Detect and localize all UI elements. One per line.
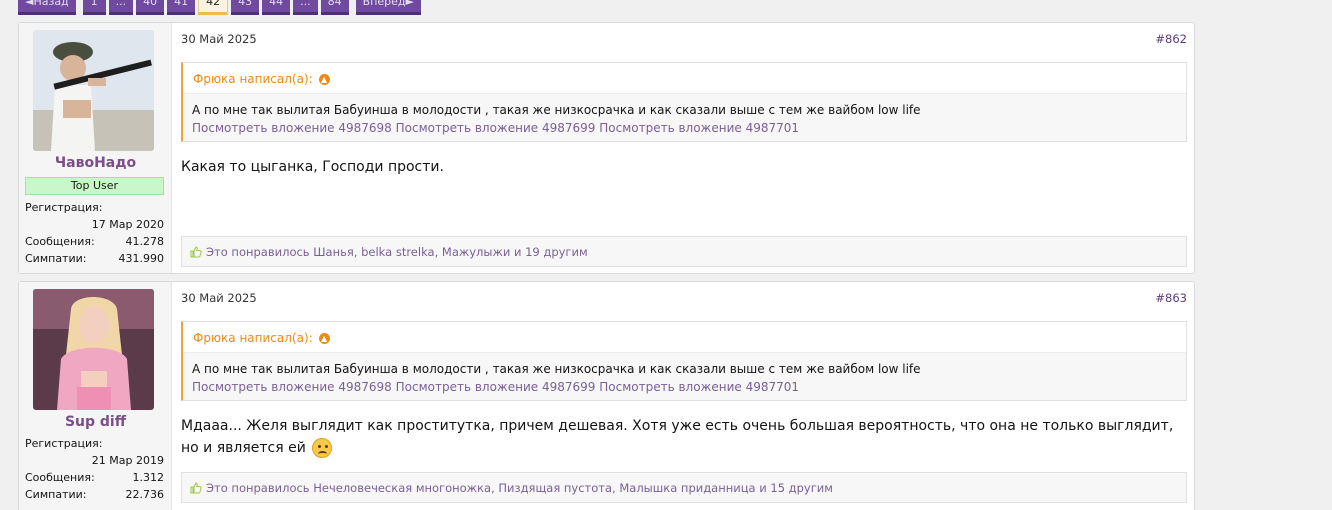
stat-likes: Симпатии: 22.736 <box>25 488 164 501</box>
likes-bar: Это понравилось Нечеловеческая многоножк… <box>181 472 1187 503</box>
arrow-up-icon[interactable]: ▲ <box>318 333 330 344</box>
quote-body: А по мне так вылитая Бабуинша в молодост… <box>183 94 1186 144</box>
stat-label: Симпатии: <box>25 488 87 501</box>
quote-header[interactable]: Фрюка написал(а): ▲ <box>183 322 1186 353</box>
message: Мдааа... Желя выглядит как проститутка, … <box>181 415 1185 459</box>
stat-label: Регистрация: <box>25 437 103 450</box>
username[interactable]: Sup diff <box>19 414 172 430</box>
post-number[interactable]: #862 <box>1155 32 1187 46</box>
page-current[interactable]: 42 <box>198 0 229 15</box>
stat-label: Сообщения: <box>25 235 95 248</box>
stat-value: 1.312 <box>132 471 165 484</box>
quote-author[interactable]: Фрюка написал(а): <box>193 331 313 345</box>
stat-label: Регистрация: <box>25 201 103 214</box>
attachment-link[interactable]: Посмотреть вложение 4987699 <box>396 121 596 135</box>
sad-face-icon <box>312 438 333 458</box>
avatar[interactable] <box>33 289 154 410</box>
user-title-badge: Top User <box>25 177 164 195</box>
post-number[interactable]: #863 <box>1155 291 1187 305</box>
quote-body: А по мне так вылитая Бабуинша в молодост… <box>183 353 1186 403</box>
page-button[interactable]: 84 <box>320 0 349 15</box>
page-button[interactable]: 40 <box>136 0 165 15</box>
username[interactable]: ЧавоНадо <box>19 155 172 171</box>
attachment-link[interactable]: Посмотреть вложение 4987699 <box>396 380 596 394</box>
quote-text: А по мне так вылитая Бабуинша в молодост… <box>192 103 921 117</box>
stat-likes: Симпатии: 431.990 <box>25 252 164 265</box>
attachment-link[interactable]: Посмотреть вложение 4987701 <box>599 380 799 394</box>
attachment-link[interactable]: Посмотреть вложение 4987701 <box>599 121 799 135</box>
quote-header[interactable]: Фрюка написал(а): ▲ <box>183 63 1186 94</box>
stat-registration-value: 21 Мар 2019 <box>91 454 164 467</box>
post-content: 30 Май 2025 #863 Фрюка написал(а): ▲ А п… <box>172 282 1194 510</box>
thumbs-up-icon <box>190 481 202 493</box>
stat-messages: Сообщения: 41.278 <box>25 235 164 248</box>
page-button[interactable]: 43 <box>231 0 260 15</box>
page-button[interactable]: 44 <box>262 0 291 15</box>
arrow-up-icon[interactable]: ▲ <box>318 74 330 85</box>
user-sidebar: Sup diff Регистрация: 21 Мар 2019 Сообще… <box>19 282 172 510</box>
user-sidebar: ЧавоНадо Top User Регистрация: 17 Мар 20… <box>19 23 172 273</box>
stat-label: Сообщения: <box>25 471 95 484</box>
likes-text[interactable]: Это понравилось Шанья, belka strelka, Ма… <box>206 245 588 259</box>
likes-text[interactable]: Это понравилось Нечеловеческая многоножк… <box>206 481 833 495</box>
post-date[interactable]: 30 Май 2025 <box>181 291 257 305</box>
stat-label: Симпатии: <box>25 252 87 265</box>
stat-value: 41.278 <box>125 235 165 248</box>
message-text: Какая то цыганка, Господи прости. <box>181 159 444 175</box>
page-button[interactable]: 41 <box>167 0 196 15</box>
attachment-link[interactable]: Посмотреть вложение 4987698 <box>192 121 392 135</box>
post-content: 30 Май 2025 #862 Фрюка написал(а): ▲ А п… <box>172 23 1194 273</box>
quote-author[interactable]: Фрюка написал(а): <box>193 72 313 86</box>
stat-registration: Регистрация: <box>25 437 164 450</box>
stat-value: 431.990 <box>118 252 165 265</box>
page-ellipsis[interactable]: ... <box>108 0 134 15</box>
post: Sup diff Регистрация: 21 Мар 2019 Сообще… <box>18 281 1195 510</box>
page-prev-button[interactable]: ◄Назад <box>18 0 76 15</box>
attachment-link[interactable]: Посмотреть вложение 4987698 <box>192 380 392 394</box>
page-ellipsis[interactable]: ... <box>293 0 318 15</box>
post: ЧавоНадо Top User Регистрация: 17 Мар 20… <box>18 22 1195 274</box>
stat-messages: Сообщения: 1.312 <box>25 471 164 484</box>
likes-bar: Это понравилось Шанья, belka strelka, Ма… <box>181 236 1187 267</box>
thumbs-up-icon <box>190 245 202 257</box>
stat-value: 22.736 <box>125 488 165 501</box>
post-date[interactable]: 30 Май 2025 <box>181 32 257 46</box>
quote-block: Фрюка написал(а): ▲ А по мне так вылитая… <box>181 321 1187 401</box>
stat-registration-value: 17 Мар 2020 <box>91 218 164 231</box>
page-button[interactable]: 1 <box>82 0 106 15</box>
stat-registration: Регистрация: <box>25 201 164 214</box>
page-next-button[interactable]: Вперёд► <box>355 0 421 15</box>
avatar[interactable] <box>33 30 154 151</box>
quote-text: А по мне так вылитая Бабуинша в молодост… <box>192 362 921 376</box>
quote-block: Фрюка написал(а): ▲ А по мне так вылитая… <box>181 62 1187 142</box>
pagination: ◄Назад 1 ... 40 41 42 43 44 ... 84 Вперё… <box>18 0 421 15</box>
